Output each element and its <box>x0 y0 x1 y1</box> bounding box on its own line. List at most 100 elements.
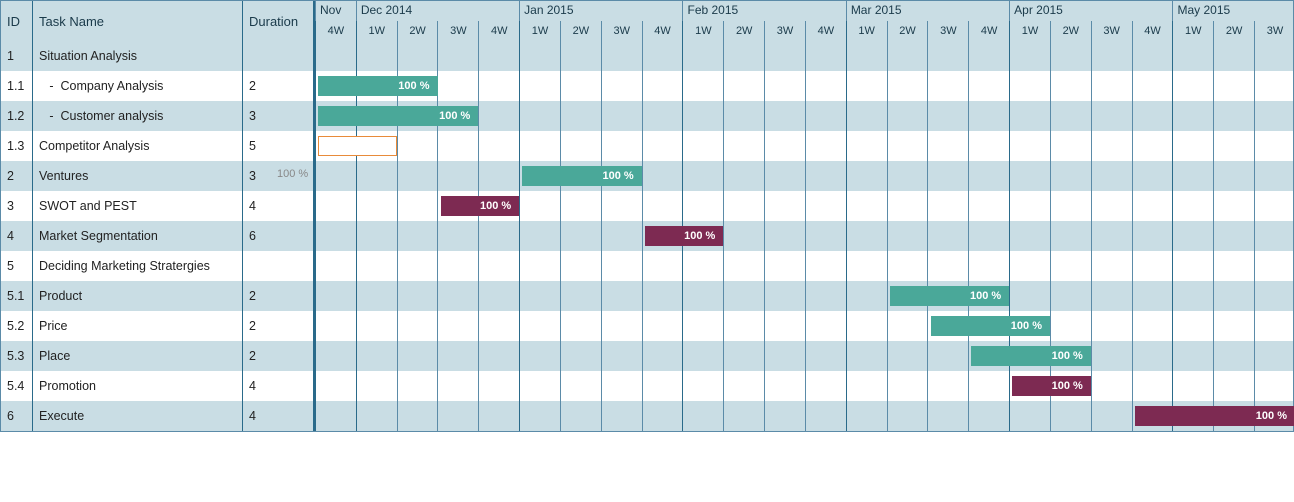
gantt-bar[interactable]: 100 % <box>441 196 520 216</box>
grid-cell <box>519 101 560 131</box>
grid-cell <box>437 131 478 161</box>
grid-cell <box>1009 131 1050 161</box>
grid-cell <box>519 251 560 281</box>
grid-cell <box>764 131 805 161</box>
header-week: 4W <box>968 21 1009 41</box>
grid-cell <box>1009 71 1050 101</box>
grid-cell <box>642 281 683 311</box>
gantt-row: 1.2 - Customer analysis3100 % <box>1 101 1293 131</box>
grid-cell <box>1091 131 1132 161</box>
grid-cell <box>1091 161 1132 191</box>
grid-cell <box>887 341 928 371</box>
cell-duration: 5 <box>243 131 313 161</box>
gantt-bar[interactable]: 100 % <box>890 286 1010 306</box>
grid-cell <box>356 401 397 431</box>
grid-cell <box>1213 101 1254 131</box>
grid-cell <box>764 251 805 281</box>
grid-cell <box>846 251 887 281</box>
grid-cell <box>927 401 968 431</box>
gantt-bar[interactable]: 100 % <box>1135 406 1294 426</box>
gantt-bar[interactable]: 100 % <box>1012 376 1091 396</box>
grid-cell <box>723 251 764 281</box>
grid-cell <box>846 161 887 191</box>
grid-cell <box>1050 401 1091 431</box>
grid-cell <box>642 311 683 341</box>
row-left: 5Deciding Marketing Stratergies <box>1 251 315 281</box>
grid-cell <box>642 341 683 371</box>
row-timeline: 100 % <box>315 191 1294 221</box>
gantt-bar[interactable]: 100 % <box>318 76 438 96</box>
grid-cell <box>1091 281 1132 311</box>
grid-cell <box>682 281 723 311</box>
grid-cell <box>1050 251 1091 281</box>
grid-cell <box>1050 311 1091 341</box>
grid-cell <box>1132 221 1173 251</box>
gantt-bar[interactable]: 100 % <box>645 226 724 246</box>
row-timeline: 100 % <box>315 281 1294 311</box>
grid-cell <box>315 371 356 401</box>
grid-cell <box>887 101 928 131</box>
cell-task-name: Price <box>33 311 243 341</box>
grid-cell <box>397 371 438 401</box>
grid-cell <box>560 221 601 251</box>
gantt-bar[interactable] <box>318 136 397 156</box>
grid-cell <box>560 401 601 431</box>
gantt-bar[interactable]: 100 % <box>522 166 642 186</box>
header-week: 2W <box>1213 21 1254 41</box>
grid-cell <box>356 221 397 251</box>
cell-id: 5.4 <box>1 371 33 401</box>
grid-cell <box>1254 371 1294 401</box>
row-left: 3SWOT and PEST4 <box>1 191 315 221</box>
gantt-bar[interactable]: 100 % <box>971 346 1091 366</box>
cell-id: 5.1 <box>1 281 33 311</box>
row-left: 1.2 - Customer analysis3 <box>1 101 315 131</box>
gantt-bar[interactable]: 100 % <box>318 106 478 126</box>
grid-cell <box>1213 311 1254 341</box>
grid-cell <box>723 341 764 371</box>
header-month: Dec 2014 <box>356 1 519 21</box>
grid-cell <box>478 401 519 431</box>
grid-cell <box>1009 161 1050 191</box>
grid-cell <box>1254 251 1294 281</box>
grid-cell <box>478 281 519 311</box>
grid-cell <box>560 251 601 281</box>
grid-cell <box>601 221 642 251</box>
header-week: 4W <box>1132 21 1173 41</box>
row-timeline <box>315 131 1294 161</box>
gantt-row: 4Market Segmentation6100 % <box>1 221 1293 251</box>
header-week: 2W <box>397 21 438 41</box>
grid-cell <box>1254 281 1294 311</box>
grid-cell <box>315 221 356 251</box>
grid-cell <box>437 281 478 311</box>
gantt-row: 5.4Promotion4100 % <box>1 371 1293 401</box>
grid-cell <box>764 401 805 431</box>
grid-cell <box>601 71 642 101</box>
grid-cell <box>682 191 723 221</box>
grid-cell <box>1050 221 1091 251</box>
row-timeline <box>315 41 1294 71</box>
grid-cell <box>356 281 397 311</box>
cell-task-name: Place <box>33 341 243 371</box>
grid-cell <box>478 221 519 251</box>
gantt-body: 1Situation Analysis1.1 - Company Analysi… <box>1 41 1293 431</box>
grid-cell <box>682 311 723 341</box>
grid-cell <box>723 71 764 101</box>
grid-cell <box>764 311 805 341</box>
grid-cell <box>682 371 723 401</box>
grid-cell <box>846 401 887 431</box>
grid-cell <box>601 191 642 221</box>
header-week: 3W <box>1091 21 1132 41</box>
grid-cell <box>1172 161 1213 191</box>
header-months-row: NovDec 2014Jan 2015Feb 2015Mar 2015Apr 2… <box>315 1 1294 21</box>
cell-task-name: Market Segmentation <box>33 221 243 251</box>
grid-cell <box>478 251 519 281</box>
gantt-bar[interactable]: 100 % <box>931 316 1051 336</box>
grid-cell <box>1050 191 1091 221</box>
header-week: 1W <box>682 21 723 41</box>
grid-cell <box>968 71 1009 101</box>
grid-cell <box>356 311 397 341</box>
gantt-row: 5.3Place2100 % <box>1 341 1293 371</box>
grid-cell <box>1254 311 1294 341</box>
grid-cell <box>642 371 683 401</box>
grid-cell <box>1009 401 1050 431</box>
